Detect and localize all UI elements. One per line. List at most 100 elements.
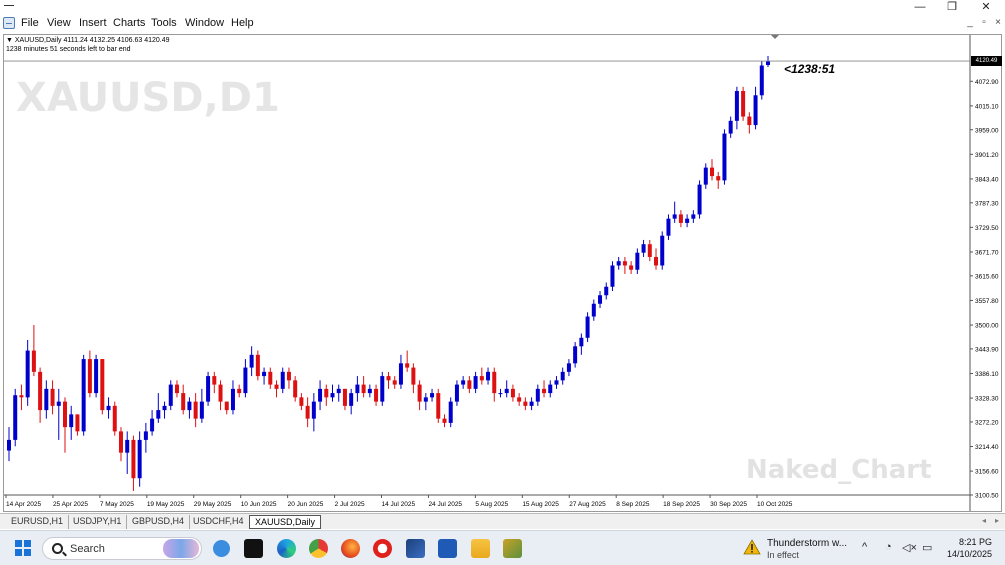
candle-body	[299, 397, 304, 406]
metaeditor-icon[interactable]	[406, 539, 425, 558]
candle-body	[237, 388, 242, 394]
candle-body	[137, 439, 142, 479]
candle-body	[436, 393, 441, 419]
mdi-close-button[interactable]: ×	[992, 17, 1004, 28]
candle-body	[759, 65, 764, 96]
candle-body	[479, 376, 484, 381]
hfm-app-icon[interactable]	[244, 539, 263, 558]
widget-icon[interactable]	[213, 540, 230, 557]
candle-body	[380, 376, 385, 402]
tab-usdjpy-h1[interactable]: USDJPY,H1	[68, 515, 128, 529]
candle-body	[591, 303, 596, 317]
x-tick-label: 24 Jul 2025	[428, 501, 462, 508]
candle-body	[554, 380, 559, 385]
taskbar-search[interactable]: Search	[42, 537, 202, 560]
candle-body	[206, 376, 211, 402]
battery-icon[interactable]: ▭	[922, 541, 932, 554]
menu-insert[interactable]: Insert	[79, 17, 107, 29]
tab-xauusd-daily[interactable]: XAUUSD,Daily	[249, 515, 322, 529]
candle-body	[517, 397, 522, 402]
candle-body	[268, 371, 273, 385]
windows-start-icon[interactable]	[15, 540, 31, 556]
mdi-restore-button[interactable]: ▫	[978, 17, 990, 28]
candle-body	[579, 337, 584, 347]
candle-body	[62, 401, 67, 428]
tab-eurusd-h1[interactable]: EURUSD,H1	[6, 515, 70, 529]
app-icon[interactable]	[3, 17, 15, 29]
opera-browser-icon[interactable]	[373, 539, 392, 558]
mdi-minimize-button[interactable]: _	[964, 17, 976, 28]
tab-usdchf-h4[interactable]: USDCHF,H4	[188, 515, 250, 529]
title-bar: — ❐ ✕	[0, 0, 1005, 14]
menu-tools[interactable]: Tools	[151, 17, 177, 29]
weather-widget[interactable]: Thunderstorm w... In effect	[743, 536, 861, 562]
symbol-watermark: XAUUSD,D1	[16, 75, 280, 121]
candle-body	[467, 380, 472, 389]
candle-body	[224, 401, 229, 411]
candle-body	[131, 439, 136, 479]
candle-body	[7, 439, 11, 451]
x-tick-label: 27 Aug 2025	[569, 501, 606, 508]
candle-body	[94, 359, 99, 394]
maximize-button[interactable]: ❐	[937, 0, 967, 14]
taskbar-clock[interactable]: 8:21 PG 14/10/2025	[946, 536, 992, 560]
candle-body	[355, 384, 360, 394]
minimize-button[interactable]: —	[905, 0, 935, 14]
x-tick-label: 10 Oct 2025	[757, 501, 793, 508]
candle-body	[249, 354, 254, 368]
firefox-browser-icon[interactable]	[341, 539, 360, 558]
menu-help[interactable]: Help	[231, 17, 254, 29]
menu-window[interactable]: Window	[185, 17, 224, 29]
candle-body	[398, 363, 403, 385]
x-tick-label: 10 Jun 2025	[241, 501, 277, 508]
candle-body	[678, 214, 683, 223]
y-tick-label: 3615.60	[975, 273, 999, 280]
x-tick-label: 2 Jul 2025	[335, 501, 365, 508]
candle-body	[523, 401, 528, 406]
candle-body	[361, 384, 366, 394]
candle-body	[417, 384, 422, 402]
tab-scroll-left-icon[interactable]: ◂	[982, 516, 986, 525]
candle-body	[156, 410, 161, 419]
candle-body	[150, 418, 155, 432]
edge-browser-icon[interactable]	[277, 539, 296, 558]
menu-charts[interactable]: Charts	[113, 17, 145, 29]
tab-scroll-right-icon[interactable]: ▸	[995, 516, 999, 525]
chart-window[interactable]: 4072.90 4015.10 3959.00 3901.20 3843.40 3787.…	[3, 34, 1002, 512]
y-tick-label: 3500.00	[975, 323, 999, 330]
candle-body	[430, 393, 435, 398]
candle-body	[162, 405, 167, 411]
candle-body	[255, 354, 260, 377]
candle-body	[330, 393, 335, 398]
menu-file[interactable]: File	[21, 17, 39, 29]
current-price-label: 4120.49	[971, 56, 1002, 67]
candle-body	[728, 120, 733, 134]
file-explorer-icon[interactable]	[471, 539, 490, 558]
candle-body	[199, 401, 204, 419]
candle-body	[118, 431, 123, 453]
menu-view[interactable]: View	[47, 17, 71, 29]
candle-body	[486, 371, 491, 381]
mt4-terminal-icon[interactable]	[503, 539, 522, 558]
candle-body	[498, 393, 503, 395]
candle-body	[573, 346, 578, 364]
wifi-icon[interactable]: ◔	[885, 541, 892, 553]
chart-info-timer: 1238 minutes 51 seconds left to bar end	[6, 46, 131, 53]
chart-shift-marker-icon	[771, 35, 779, 39]
candle-body	[585, 316, 590, 338]
menu-bar: File View Insert Charts Tools Window Hel…	[0, 14, 1005, 33]
candle-body	[741, 91, 746, 117]
word-app-icon[interactable]	[438, 539, 457, 558]
candle-body	[703, 167, 708, 185]
y-tick-label: 3272.20	[975, 419, 999, 426]
volume-muted-icon[interactable]: ◁×	[902, 541, 917, 554]
tab-gbpusd-h4[interactable]: GBPUSD,H4	[127, 515, 191, 529]
chart-info-ohlc: ▼ XAUUSD,Daily 4111.24 4132.25 4106.63 4…	[6, 37, 170, 44]
close-button[interactable]: ✕	[971, 0, 1001, 14]
candle-body	[622, 261, 627, 266]
chrome-browser-icon[interactable]	[309, 539, 328, 558]
candle-body	[243, 367, 248, 394]
tray-overflow-icon[interactable]: ^	[862, 541, 867, 553]
candle-body	[510, 388, 515, 398]
candle-body	[492, 371, 497, 394]
